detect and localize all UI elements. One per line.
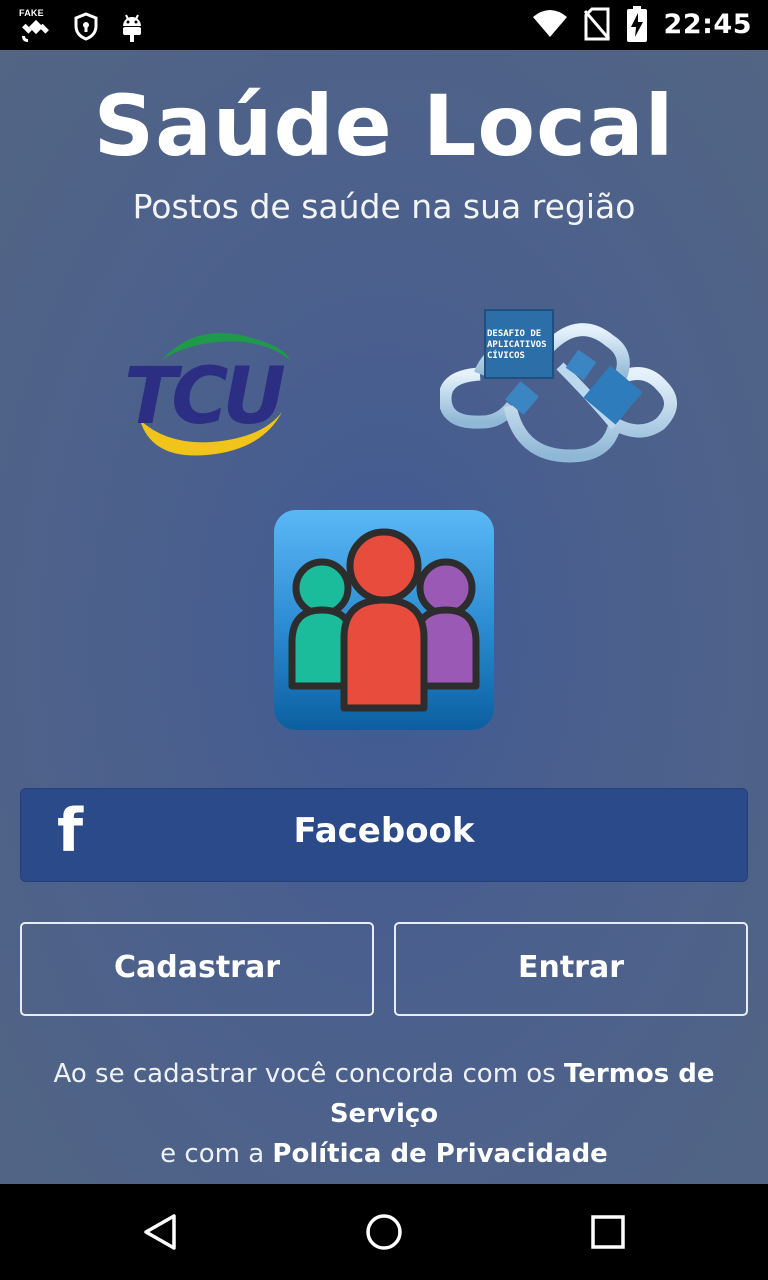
login-button[interactable]: Entrar [394, 922, 748, 1016]
status-bar: FAKE 22:45 [0, 0, 768, 50]
app-icon [274, 510, 494, 730]
terms-middle: e com a [160, 1139, 273, 1169]
fake-gps-icon: FAKE [18, 8, 54, 44]
desafio-text-line-2: APLICATIVOS [487, 340, 547, 350]
clock: 22:45 [663, 8, 752, 40]
terms-notice: Ao se cadastrar você concorda com os Ter… [0, 1054, 768, 1174]
facebook-button-label: Facebook [293, 811, 475, 851]
register-button[interactable]: Cadastrar [20, 922, 374, 1016]
android-icon [118, 8, 146, 44]
wifi-icon [532, 9, 568, 39]
app-subtitle: Postos de saúde na sua região [132, 187, 636, 226]
desafio-logo: DESAFIO DE APLICATIVOS CÍVICOS [440, 309, 677, 463]
shield-icon [72, 8, 100, 44]
login-screen: Saúde Local Postos de saúde na sua regiã… [0, 50, 768, 1184]
home-icon[interactable] [364, 1212, 404, 1252]
no-sim-icon [583, 7, 610, 41]
terms-prefix: Ao se cadastrar você concorda com os [53, 1059, 564, 1089]
tcu-logo-text: TCU [124, 352, 284, 442]
desafio-text-line-1: DESAFIO DE [487, 329, 541, 339]
navigation-bar [0, 1184, 768, 1280]
recents-icon[interactable] [588, 1212, 628, 1252]
app-title: Saúde Local [93, 77, 675, 175]
facebook-login-button[interactable]: f Facebook [20, 788, 748, 882]
back-icon[interactable] [140, 1212, 180, 1252]
battery-charging-icon [626, 6, 648, 42]
desafio-text-line-3: CÍVICOS [487, 349, 525, 361]
tcu-logo: TCU [124, 333, 290, 456]
privacy-policy-link[interactable]: Política de Privacidade [272, 1139, 607, 1169]
